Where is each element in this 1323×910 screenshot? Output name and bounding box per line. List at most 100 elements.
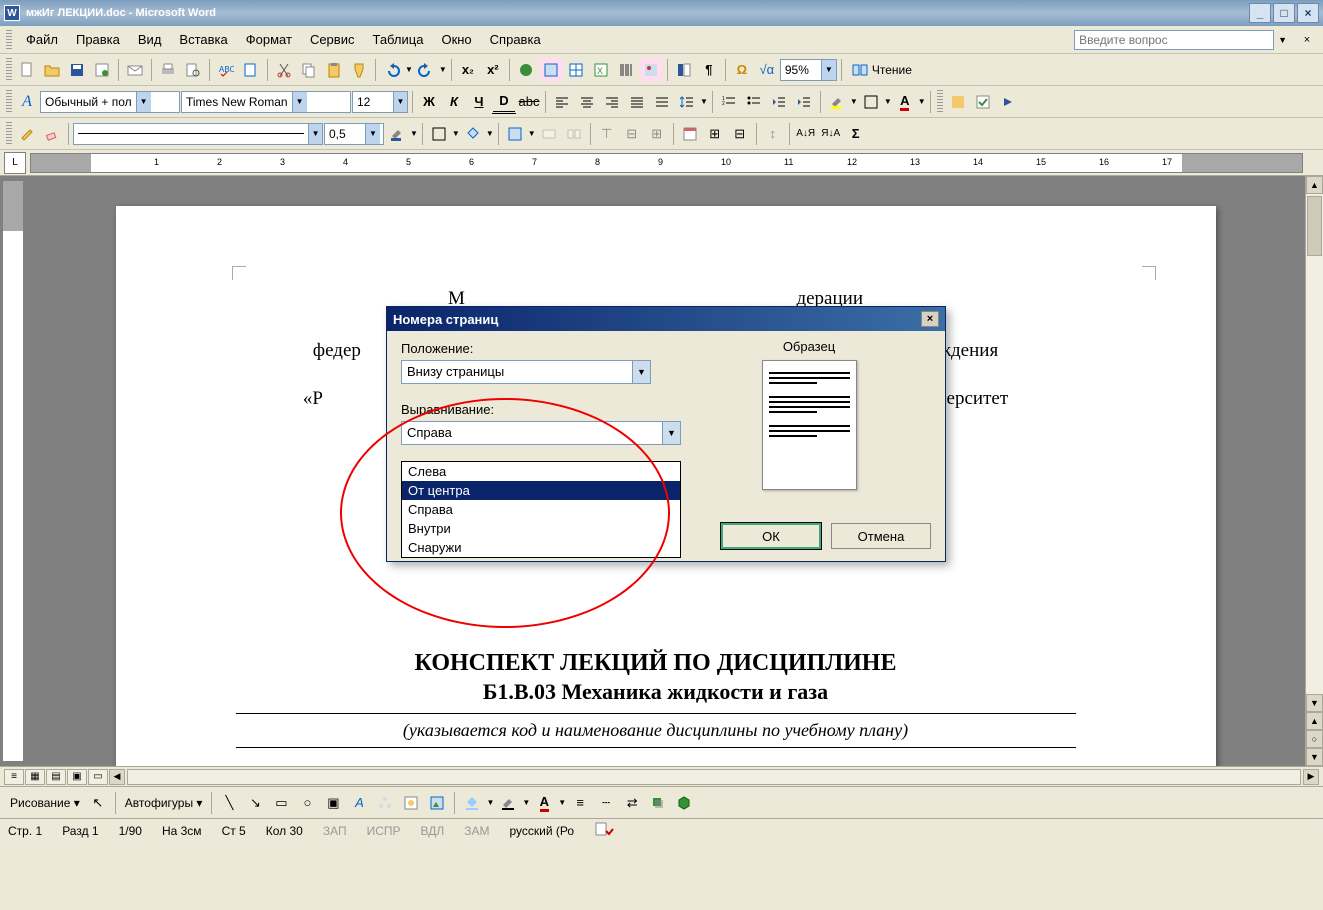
alignment-combobox[interactable]: Справа ▼ (401, 421, 681, 445)
insert-table-cell-button[interactable] (503, 122, 527, 146)
outline-view-button[interactable]: ▣ (67, 769, 87, 785)
vertical-scrollbar[interactable]: ▲ ▼ ▲ ○ ▼ (1305, 176, 1323, 766)
sort-asc-button[interactable]: А↓Я (794, 122, 818, 146)
shadow-button[interactable] (646, 791, 670, 815)
menubar-close-icon[interactable]: × (1297, 31, 1317, 49)
document-map-button[interactable] (672, 58, 696, 82)
zoom-dropdown[interactable]: 95%▼ (780, 59, 837, 81)
merge-cells-button[interactable] (537, 122, 561, 146)
show-gridlines-button[interactable]: ⊟ (728, 122, 752, 146)
option-outside[interactable]: Снаружи (402, 538, 680, 557)
status-rec[interactable]: ЗАП (323, 824, 347, 838)
dropdown-arrow-icon[interactable]: ▼ (486, 129, 494, 138)
dropdown-arrow-icon[interactable]: ▼ (884, 97, 892, 106)
highlight-changes-button[interactable] (946, 90, 970, 114)
shading-color-button[interactable] (461, 122, 485, 146)
oval-button[interactable]: ○ (295, 791, 319, 815)
highlight-button[interactable] (825, 90, 849, 114)
dropdown-arrow-icon[interactable]: ▼ (850, 97, 858, 106)
font-color-button[interactable]: A (893, 90, 917, 114)
double-underline-button[interactable]: D (492, 90, 516, 114)
line-style-dropdown[interactable]: ▼ (73, 123, 323, 145)
save-button[interactable] (65, 58, 89, 82)
align-left-button[interactable] (550, 90, 574, 114)
next-change-button[interactable] (996, 90, 1020, 114)
menu-help[interactable]: Справка (482, 29, 549, 50)
scroll-down-button[interactable]: ▼ (1306, 694, 1323, 712)
dropdown-arrow-icon[interactable]: ▼ (410, 129, 418, 138)
arrow-style-button[interactable]: ⇄ (620, 791, 644, 815)
hyperlink-button[interactable] (514, 58, 538, 82)
bold-button[interactable]: Ж (417, 90, 441, 114)
select-objects-button[interactable]: ↖ (86, 791, 110, 815)
sort-desc-button[interactable]: Я↓А (819, 122, 843, 146)
table-autoformat-button[interactable] (678, 122, 702, 146)
menu-service[interactable]: Сервис (302, 29, 363, 50)
maximize-button[interactable]: □ (1273, 3, 1295, 23)
change-text-direction-button[interactable]: ↕ (761, 122, 785, 146)
superscript-button[interactable]: x² (481, 58, 505, 82)
research-button[interactable] (239, 58, 263, 82)
print-button[interactable] (156, 58, 180, 82)
format-painter-button[interactable] (347, 58, 371, 82)
redo-dropdown-icon[interactable]: ▼ (439, 65, 447, 74)
print-preview-button[interactable] (181, 58, 205, 82)
line-spacing-button[interactable] (675, 90, 699, 114)
next-page-button[interactable]: ▼ (1306, 748, 1323, 766)
numbered-list-button[interactable]: 12 (717, 90, 741, 114)
browse-object-button[interactable]: ○ (1306, 730, 1323, 748)
italic-button[interactable]: К (442, 90, 466, 114)
align-center-button[interactable] (575, 90, 599, 114)
columns-button[interactable] (614, 58, 638, 82)
dropdown-arrow-icon[interactable]: ▼ (486, 798, 494, 807)
menu-format[interactable]: Формат (238, 29, 300, 50)
equation-editor-button[interactable]: √α (755, 58, 779, 82)
status-trk[interactable]: ИСПР (367, 824, 401, 838)
option-right[interactable]: Справа (402, 500, 680, 519)
option-inside[interactable]: Внутри (402, 519, 680, 538)
redo-button[interactable] (414, 58, 438, 82)
dropdown-arrow-icon[interactable]: ▼ (528, 129, 536, 138)
tab-selector[interactable]: L (4, 152, 26, 174)
dropdown-arrow-icon[interactable]: ▼ (918, 97, 926, 106)
paste-button[interactable] (322, 58, 346, 82)
toolbar-grip[interactable] (6, 90, 12, 114)
status-lang[interactable]: русский (Ро (510, 824, 575, 838)
justify-button[interactable] (625, 90, 649, 114)
vertical-ruler[interactable] (2, 180, 24, 762)
new-doc-button[interactable] (15, 58, 39, 82)
arrow-button[interactable]: ↘ (243, 791, 267, 815)
subscript-button[interactable]: x₂ (456, 58, 480, 82)
decrease-indent-button[interactable] (767, 90, 791, 114)
underline-button[interactable]: Ч (467, 90, 491, 114)
normal-view-button[interactable]: ≡ (4, 769, 24, 785)
font-color-draw-button[interactable]: A (532, 791, 556, 815)
dash-style-button[interactable]: ┄ (594, 791, 618, 815)
distribute-rows-button[interactable]: ⊟ (620, 122, 644, 146)
insert-table-button[interactable] (564, 58, 588, 82)
close-button[interactable]: × (1297, 3, 1319, 23)
font-size-dropdown[interactable]: 12▼ (352, 91, 408, 113)
status-ext[interactable]: ВДЛ (421, 824, 445, 838)
dropdown-arrow-icon[interactable]: ▼ (558, 798, 566, 807)
insert-picture-button[interactable] (425, 791, 449, 815)
alignment-options-listbox[interactable]: Слева От центра Справа Внутри Снаружи (401, 461, 681, 558)
dropdown-arrow-icon[interactable]: ▼ (452, 129, 460, 138)
menu-file[interactable]: Файл (18, 29, 66, 50)
menu-window[interactable]: Окно (433, 29, 479, 50)
distribute-cols-button[interactable]: ⊞ (645, 122, 669, 146)
dropdown-arrow-icon[interactable]: ▼ (1278, 35, 1287, 45)
borders-button[interactable] (859, 90, 883, 114)
drawing-menu[interactable]: Рисование ▾ (6, 794, 84, 812)
line-color-button[interactable] (496, 791, 520, 815)
draw-table-button[interactable] (15, 122, 39, 146)
align-top-button[interactable]: ⊤ (595, 122, 619, 146)
print-layout-button[interactable]: ▤ (46, 769, 66, 785)
spellcheck-status-icon[interactable] (594, 821, 614, 840)
horizontal-ruler[interactable]: 1234567891011121314151617 (30, 153, 1303, 173)
insert-symbol-button[interactable]: Ω (730, 58, 754, 82)
scroll-up-button[interactable]: ▲ (1306, 176, 1323, 194)
autoshapes-menu[interactable]: Автофигуры ▾ (121, 794, 207, 812)
border-color-button[interactable] (385, 122, 409, 146)
dropdown-arrow-icon[interactable]: ▼ (700, 97, 708, 106)
